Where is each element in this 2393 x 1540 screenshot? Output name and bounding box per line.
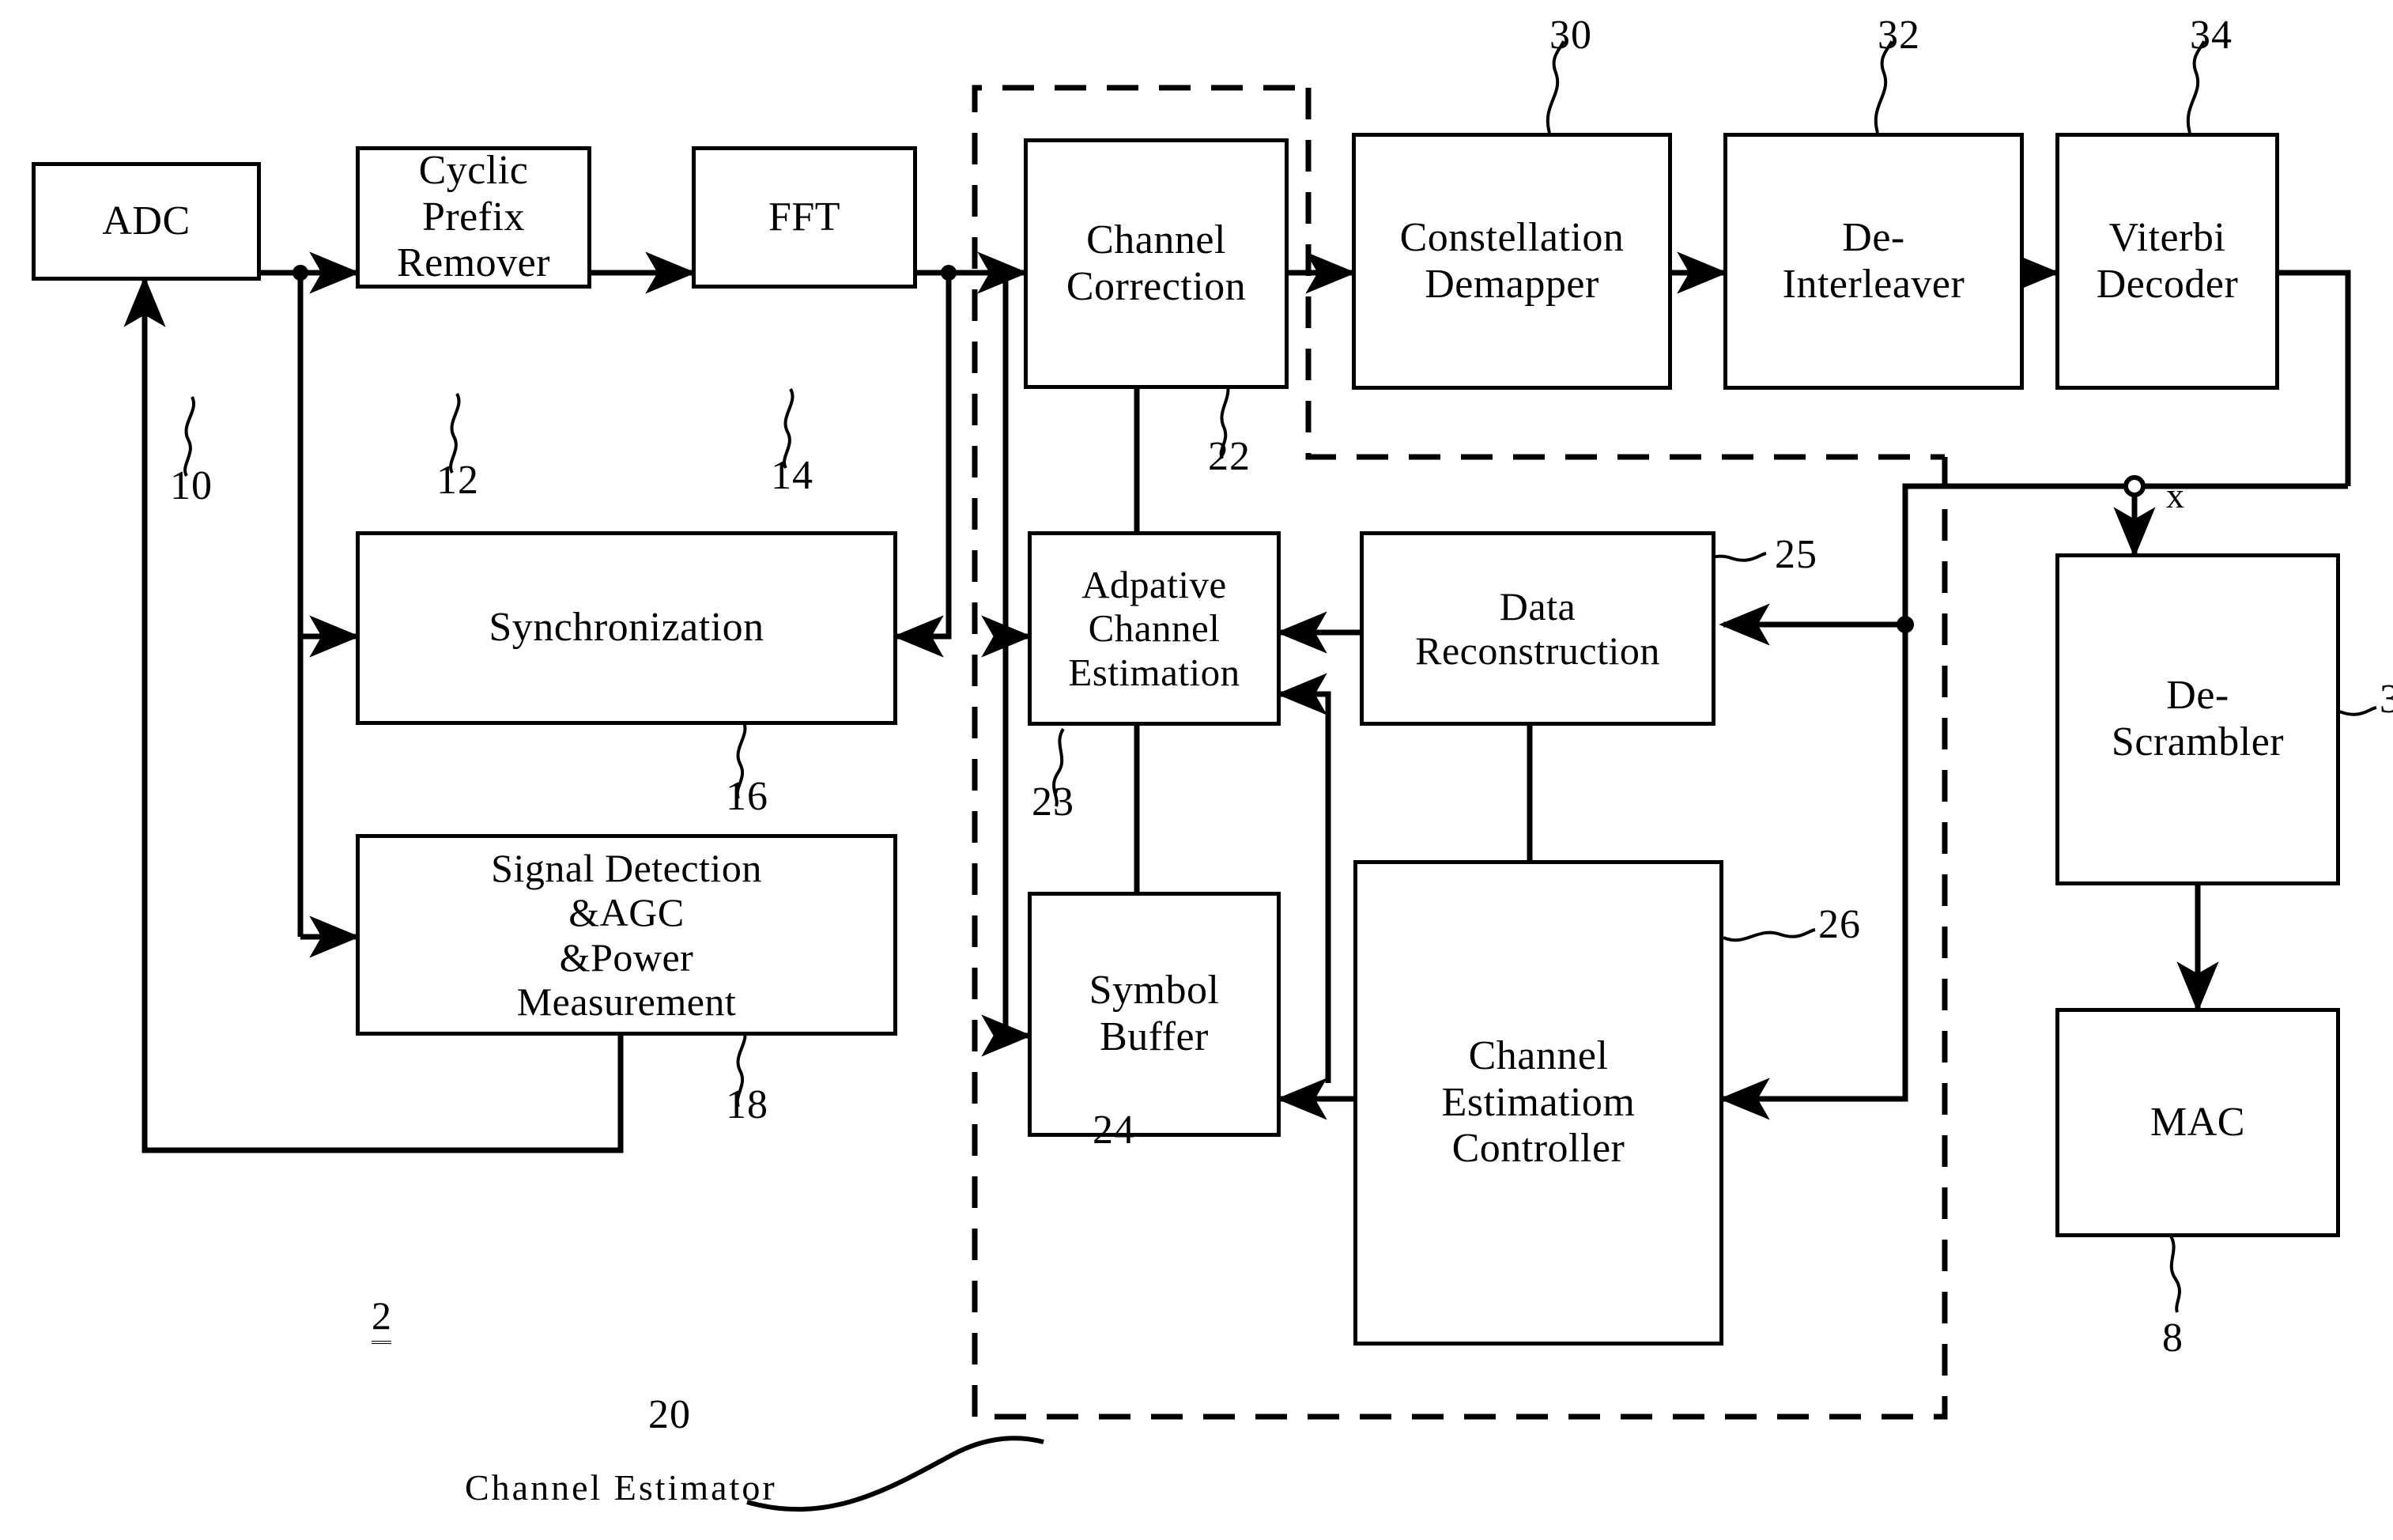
block-viterbi-decoder-label: Viterbi Decoder bbox=[2096, 214, 2239, 307]
block-descrambler[interactable]: De- Scrambler bbox=[2055, 553, 2340, 885]
block-adc-label: ADC bbox=[102, 198, 191, 243]
figure-canvas: ADC 10 Cyclic Prefix Remover 12 FFT 14 C… bbox=[0, 0, 2393, 1540]
ref-30: 30 bbox=[1549, 13, 1592, 58]
node-label-x: x bbox=[2166, 475, 2184, 515]
ref-14: 14 bbox=[771, 453, 813, 498]
ref-34: 34 bbox=[2190, 13, 2233, 58]
ref-10: 10 bbox=[170, 463, 213, 508]
ref-25: 25 bbox=[1775, 532, 1817, 577]
block-channel-correction[interactable]: Channel Correction bbox=[1024, 138, 1289, 389]
block-symbol-buffer-label: Symbol Buffer bbox=[1089, 968, 1220, 1059]
block-descrambler-label: De- Scrambler bbox=[2111, 673, 2285, 764]
ref-22: 22 bbox=[1208, 434, 1251, 479]
block-data-reconstruction[interactable]: Data Reconstruction bbox=[1360, 531, 1715, 726]
figure-number: 2 bbox=[372, 1293, 391, 1344]
ref-36: 36 bbox=[2380, 677, 2393, 722]
block-constellation-demapper[interactable]: Constellation Demapper bbox=[1352, 133, 1672, 390]
block-mac[interactable]: MAC bbox=[2055, 1008, 2340, 1237]
ref-32: 32 bbox=[1878, 13, 1920, 58]
ref-8: 8 bbox=[2162, 1315, 2184, 1361]
figure-caption: Channel Estimator bbox=[465, 1467, 777, 1508]
block-synchronization-label: Synchronization bbox=[489, 605, 764, 651]
block-adaptive-channel-estimation-label: Adpative Channel Estimation bbox=[1068, 562, 1240, 694]
block-channel-correction-label: Channel Correction bbox=[1066, 217, 1247, 309]
ref-23: 23 bbox=[1032, 779, 1074, 825]
block-data-reconstruction-label: Data Reconstruction bbox=[1415, 583, 1660, 674]
block-signal-detection[interactable]: Signal Detection &AGC &Power Measurement bbox=[356, 834, 897, 1036]
block-cyclic-prefix-remover[interactable]: Cyclic Prefix Remover bbox=[356, 146, 591, 289]
ref-24: 24 bbox=[1093, 1108, 1135, 1153]
block-adc[interactable]: ADC bbox=[32, 162, 261, 281]
block-constellation-demapper-label: Constellation Demapper bbox=[1399, 214, 1625, 307]
block-fft[interactable]: FFT bbox=[692, 146, 917, 289]
block-synchronization[interactable]: Synchronization bbox=[356, 531, 897, 725]
block-signal-detection-label: Signal Detection &AGC &Power Measurement bbox=[491, 845, 762, 1025]
block-viterbi-decoder[interactable]: Viterbi Decoder bbox=[2055, 133, 2279, 390]
ref-26: 26 bbox=[1818, 902, 1861, 947]
ref-16: 16 bbox=[726, 774, 768, 819]
ref-12: 12 bbox=[436, 458, 479, 503]
block-channel-estimation-controller-label: Channel Estimatiom Controller bbox=[1441, 1032, 1636, 1172]
ref-18: 18 bbox=[726, 1082, 768, 1127]
block-fft-label: FFT bbox=[768, 194, 841, 240]
block-symbol-buffer[interactable]: Symbol Buffer bbox=[1028, 892, 1281, 1137]
block-de-interleaver[interactable]: De- Interleaver bbox=[1723, 133, 2024, 390]
block-adaptive-channel-estimation[interactable]: Adpative Channel Estimation bbox=[1028, 531, 1281, 726]
block-mac-label: MAC bbox=[2150, 1099, 2245, 1145]
block-de-interleaver-label: De- Interleaver bbox=[1782, 214, 1965, 307]
ref-20: 20 bbox=[648, 1392, 691, 1437]
block-channel-estimation-controller[interactable]: Channel Estimatiom Controller bbox=[1353, 860, 1723, 1346]
block-cyclic-prefix-remover-label: Cyclic Prefix Remover bbox=[396, 147, 551, 286]
